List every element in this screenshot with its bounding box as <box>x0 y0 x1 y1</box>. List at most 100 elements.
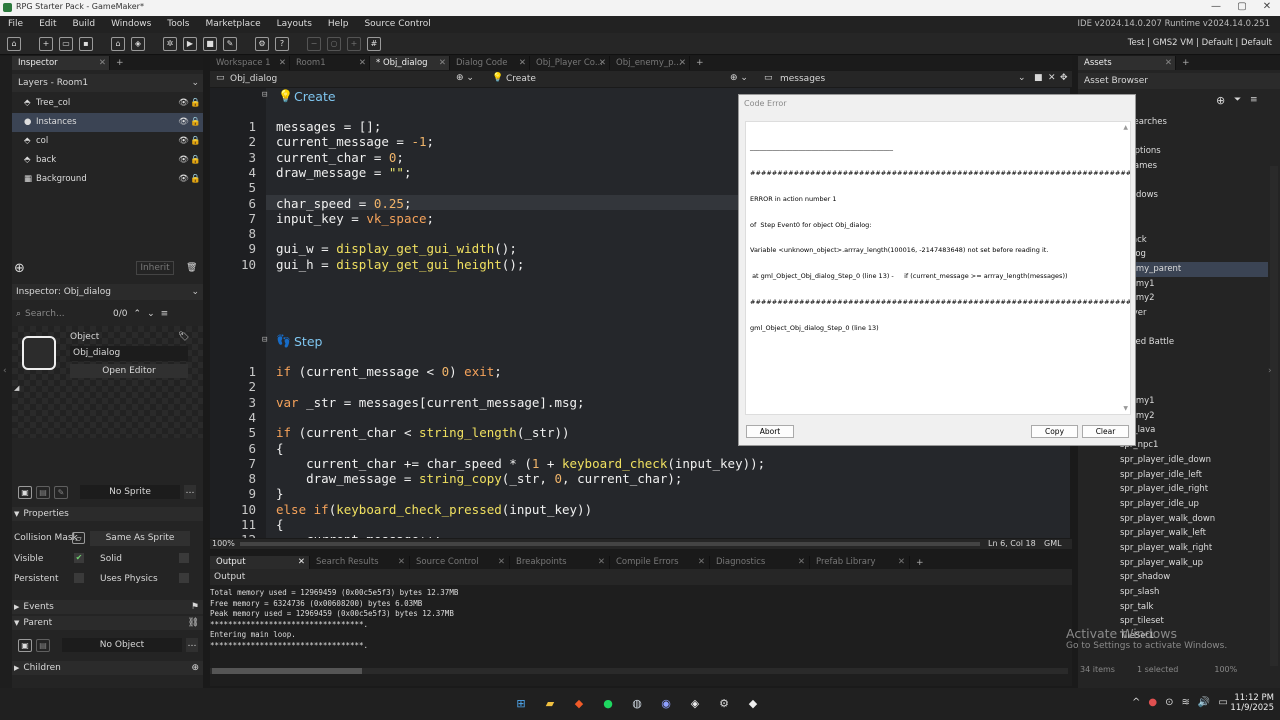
add-event-icon[interactable]: ⊕ ⌄ <box>456 73 474 83</box>
prev-result-icon[interactable]: ⌃ <box>128 309 142 319</box>
scroll-down-icon[interactable]: ▼ <box>1123 405 1128 412</box>
zoom-in-icon[interactable]: + <box>347 36 361 51</box>
tab-source-control[interactable]: Source Control ✕ <box>410 556 510 569</box>
add-asset-icon[interactable]: ⊕ <box>1216 94 1225 107</box>
lock-icon[interactable]: 🔒 <box>190 113 201 132</box>
eye-icon[interactable]: 👁 <box>178 132 189 151</box>
menu-file[interactable]: File <box>0 16 31 33</box>
zoom-reset-icon[interactable]: ○ <box>327 36 341 51</box>
inherit-button[interactable]: Inherit <box>136 261 174 275</box>
close-window-button[interactable]: ✕ <box>1254 1 1280 15</box>
settings-icon[interactable]: ⚙ <box>255 36 269 51</box>
filter-icon[interactable]: ⏷ <box>1234 95 1241 105</box>
new-project-icon[interactable]: + <box>39 36 53 51</box>
search-input[interactable]: Search... <box>21 309 113 319</box>
scroll-up-icon[interactable]: ▲ <box>1123 124 1128 131</box>
breadcrumb-object[interactable]: Obj_dialog <box>230 74 277 84</box>
lock-icon[interactable]: 🔒 <box>190 151 201 170</box>
debug-icon[interactable]: ✲ <box>163 36 177 51</box>
menu-layouts[interactable]: Layouts <box>269 16 320 33</box>
copy-button[interactable]: Copy <box>1031 425 1078 438</box>
inspector-tab[interactable]: Inspector ✕ <box>12 56 110 70</box>
move-icon[interactable]: ✥ <box>1060 73 1068 83</box>
gamemaker-alt-icon[interactable]: ◆ <box>744 695 762 713</box>
target-selector[interactable]: Test | GMS2 VM | Default | Default <box>1128 38 1272 48</box>
brave-browser-icon[interactable]: ◆ <box>570 695 588 713</box>
menu-edit[interactable]: Edit <box>31 16 64 33</box>
delete-layer-icon[interactable]: 🗑 <box>186 263 197 273</box>
settings-app-icon[interactable]: ⚙ <box>715 695 733 713</box>
clear-button[interactable]: Clear <box>1082 425 1129 438</box>
parent-section[interactable]: ▼ Parent ⛓ <box>12 616 203 630</box>
asset-item[interactable]: spr_player_walk_right <box>1078 541 1268 556</box>
events-section[interactable]: ▶ Events ⚑ <box>12 600 203 614</box>
asset-item[interactable]: spr_player_idle_down <box>1078 453 1268 468</box>
steam-icon[interactable]: ◍ <box>628 695 646 713</box>
abort-button[interactable]: Abort <box>746 425 794 438</box>
file-explorer-icon[interactable]: ▰ <box>541 695 559 713</box>
asset-item[interactable]: spr_slash <box>1078 585 1268 600</box>
persistent-checkbox[interactable] <box>74 573 84 583</box>
open-project-icon[interactable]: ▭ <box>59 36 73 51</box>
layer-item[interactable]: ⬘ Tree_col 👁 🔒 <box>12 94 203 113</box>
help-icon[interactable]: ? <box>275 36 289 51</box>
tab-room1[interactable]: Room1 ✕ <box>290 56 370 70</box>
object-name-field[interactable]: Obj_dialog <box>70 346 188 361</box>
asset-scrollbar[interactable] <box>1270 166 1278 666</box>
add-tab-icon[interactable]: + <box>1176 58 1190 68</box>
windows-start-icon[interactable]: ⊞ <box>512 695 530 713</box>
layer-item[interactable]: ⬘ col 👁 🔒 <box>12 132 203 151</box>
asset-item[interactable]: spr_tileset <box>1078 614 1268 629</box>
menu-tools[interactable]: Tools <box>159 16 197 33</box>
add-event-icon[interactable]: ⊕ ⌄ <box>730 73 748 83</box>
add-tab-icon[interactable]: + <box>690 58 704 68</box>
wifi-icon[interactable]: ≋ <box>1182 697 1190 708</box>
assets-tab[interactable]: Assets ✕ <box>1078 56 1176 70</box>
menu-build[interactable]: Build <box>65 16 104 33</box>
tab-compile-errors[interactable]: Compile Errors ✕ <box>610 556 710 569</box>
chevron-down-icon[interactable]: ⌄ <box>1018 73 1026 83</box>
tray-location-icon[interactable]: ⊙ <box>1165 697 1173 708</box>
asset-item[interactable]: spr_player_idle_left <box>1078 468 1268 483</box>
asset-item[interactable]: TileSet1 <box>1078 629 1268 644</box>
asset-item[interactable]: spr_player_idle_right <box>1078 482 1268 497</box>
same-as-sprite-button[interactable]: Same As Sprite <box>90 531 190 546</box>
package-icon[interactable]: ⌂ <box>111 36 125 51</box>
tab-obj-enemy[interactable]: Obj_enemy_p... ✕ <box>610 56 690 70</box>
clean-icon[interactable]: ✎ <box>223 36 237 51</box>
spotify-icon[interactable]: ● <box>599 695 617 713</box>
breadcrumb-event[interactable]: Create <box>506 74 536 84</box>
flag-icon[interactable]: ⚑ <box>191 602 199 612</box>
properties-section[interactable]: ▼ Properties <box>12 507 203 521</box>
layer-item[interactable]: ▦ Background 👁 🔒 <box>12 170 203 189</box>
discord-icon[interactable]: ◉ <box>657 695 675 713</box>
pencil-icon[interactable]: ✎ <box>54 485 68 499</box>
error-text-area[interactable]: ________________________________________… <box>745 121 1131 415</box>
tab-output[interactable]: Output ✕ <box>210 556 310 569</box>
edit-sprite-icon[interactable]: ▤ <box>36 485 50 499</box>
tab-breakpoints[interactable]: Breakpoints ✕ <box>510 556 610 569</box>
tab-prefab-library[interactable]: Prefab Library ✕ <box>810 556 910 569</box>
collapse-icon[interactable]: ⊟ <box>262 90 267 100</box>
collapse-left-icon[interactable]: ‹ <box>3 366 7 376</box>
tray-chevron-icon[interactable]: ^ <box>1132 697 1140 708</box>
eye-icon[interactable]: 👁 <box>178 113 189 132</box>
asset-item[interactable]: spr_shadow <box>1078 570 1268 585</box>
collapse-right-icon[interactable]: › <box>1268 366 1272 376</box>
maximize-editor-icon[interactable]: ■ <box>1034 73 1043 83</box>
layer-item[interactable]: ● Instances 👁 🔒 <box>12 113 203 132</box>
tab-search-results[interactable]: Search Results ✕ <box>310 556 410 569</box>
parent-options-button[interactable]: … <box>186 638 198 652</box>
collapse-icon[interactable]: ◢ <box>14 384 19 392</box>
tab-diagnostics[interactable]: Diagnostics ✕ <box>710 556 810 569</box>
lock-icon[interactable]: 🔒 <box>190 170 201 189</box>
solid-checkbox[interactable] <box>179 553 189 563</box>
open-editor-button[interactable]: Open Editor <box>70 364 188 378</box>
zoom-out-icon[interactable]: − <box>307 36 321 51</box>
menu-windows[interactable]: Windows <box>103 16 159 33</box>
grid-icon[interactable]: # <box>367 36 381 51</box>
asset-item[interactable]: spr_talk <box>1078 600 1268 615</box>
asset-zoom[interactable]: 100% <box>1178 665 1237 674</box>
eye-icon[interactable]: 👁 <box>178 94 189 113</box>
collision-mask-icon[interactable]: ▱ <box>72 532 85 544</box>
